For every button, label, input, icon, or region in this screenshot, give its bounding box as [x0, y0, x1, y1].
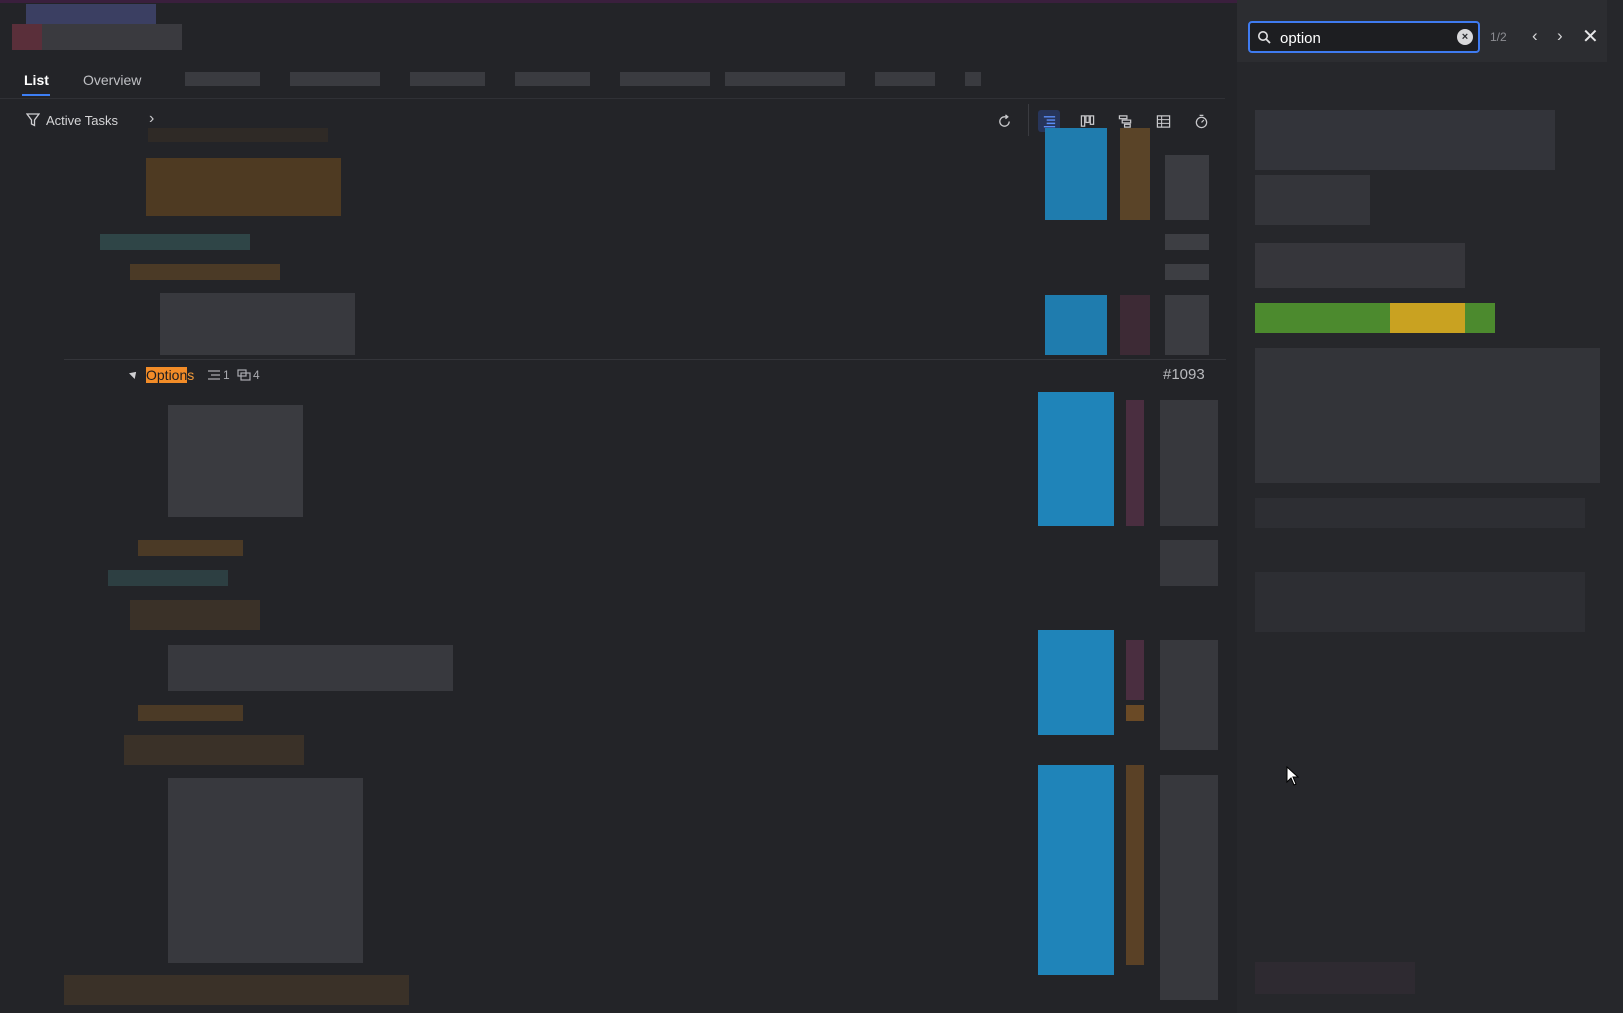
date-cell: [1160, 640, 1218, 750]
priority-badge[interactable]: [1120, 295, 1150, 355]
mouse-cursor-icon: [1286, 766, 1300, 786]
tab-blurred[interactable]: [515, 72, 590, 86]
details-meta-blurred: [1255, 175, 1370, 225]
tab-blurred[interactable]: [875, 72, 935, 86]
close-find-icon[interactable]: ✕: [1582, 24, 1599, 49]
timer-icon[interactable]: [1190, 110, 1212, 132]
priority-badge[interactable]: [1126, 765, 1144, 965]
subtask-icon: [208, 370, 220, 380]
date-cell: [1165, 264, 1209, 280]
group-id: #1093: [1163, 366, 1205, 383]
task-title-blurred[interactable]: [168, 778, 363, 963]
details-header-blurred: [1255, 110, 1555, 170]
tab-blurred[interactable]: [725, 72, 845, 86]
priority-badge[interactable]: [1120, 128, 1150, 220]
tab-overview[interactable]: Overview: [83, 72, 141, 88]
refresh-icon[interactable]: [993, 110, 1015, 132]
group-name[interactable]: Options: [146, 367, 194, 383]
details-body-blurred: [1255, 572, 1585, 632]
app-logo: [12, 4, 182, 50]
attachment-icon: [237, 369, 251, 381]
details-body-blurred: [1255, 348, 1600, 483]
progress-bar-segment: [1390, 303, 1465, 333]
chevron-right-icon[interactable]: ›: [149, 110, 154, 128]
task-title-blurred[interactable]: [124, 735, 304, 765]
date-cell: [1160, 400, 1218, 526]
details-footer-blurred: [1255, 962, 1415, 994]
table-view-icon[interactable]: [1152, 110, 1174, 132]
search-icon: [1258, 31, 1271, 44]
tab-blurred[interactable]: [185, 72, 260, 86]
row-divider: [64, 359, 1226, 360]
clear-search-icon[interactable]: ×: [1457, 29, 1473, 45]
date-cell: [1165, 234, 1209, 250]
details-body-blurred: [1255, 498, 1585, 528]
active-tasks-filter[interactable]: Active Tasks: [46, 113, 118, 128]
details-meta-blurred: [1255, 243, 1465, 288]
task-title-blurred[interactable]: [100, 234, 250, 250]
task-title-blurred[interactable]: [168, 405, 303, 517]
date-cell: [1160, 540, 1218, 586]
priority-badge[interactable]: [1126, 400, 1144, 526]
next-match-icon[interactable]: ›: [1557, 26, 1563, 46]
tab-blurred[interactable]: [290, 72, 380, 86]
previous-match-icon[interactable]: ‹: [1532, 26, 1538, 46]
date-cell: [1165, 155, 1209, 220]
status-badge[interactable]: [1038, 392, 1114, 526]
task-group-blurred[interactable]: [146, 158, 341, 216]
task-title-blurred[interactable]: [160, 293, 355, 355]
tab-blurred[interactable]: [965, 72, 981, 86]
task-title-blurred[interactable]: [64, 975, 409, 1005]
date-cell: [1160, 775, 1218, 1000]
tab-list[interactable]: List: [24, 72, 49, 88]
task-title-blurred[interactable]: [138, 705, 243, 721]
group-name-rest: s: [187, 367, 195, 383]
active-tab-indicator: [22, 94, 50, 96]
subtask-count: 1: [207, 368, 230, 382]
search-highlight: Option: [146, 367, 188, 383]
status-badge[interactable]: [1045, 128, 1107, 220]
task-title-blurred[interactable]: [130, 600, 260, 630]
priority-badge[interactable]: [1126, 705, 1144, 721]
tab-blurred[interactable]: [410, 72, 485, 86]
find-input-box[interactable]: [1248, 21, 1480, 53]
toolbar-divider: [1028, 104, 1029, 136]
status-badge[interactable]: [1038, 630, 1114, 735]
status-badge[interactable]: [1045, 295, 1107, 355]
task-title-blurred[interactable]: [108, 570, 228, 586]
attachment-count-value: 4: [253, 368, 260, 382]
filter-icon[interactable]: [26, 113, 40, 127]
task-title-blurred[interactable]: [168, 645, 453, 691]
attachment-count: 4: [237, 368, 260, 382]
priority-badge[interactable]: [1126, 640, 1144, 700]
date-cell: [1165, 295, 1209, 355]
find-input[interactable]: [1278, 26, 1452, 50]
view-tabs: [0, 62, 1225, 99]
task-title-blurred[interactable]: [148, 128, 328, 142]
match-count: 1/2: [1490, 30, 1507, 44]
task-title-blurred[interactable]: [130, 264, 280, 280]
status-badge[interactable]: [1038, 765, 1114, 975]
subtask-count-value: 1: [223, 368, 230, 382]
task-title-blurred[interactable]: [138, 540, 243, 556]
tab-blurred[interactable]: [620, 72, 710, 86]
